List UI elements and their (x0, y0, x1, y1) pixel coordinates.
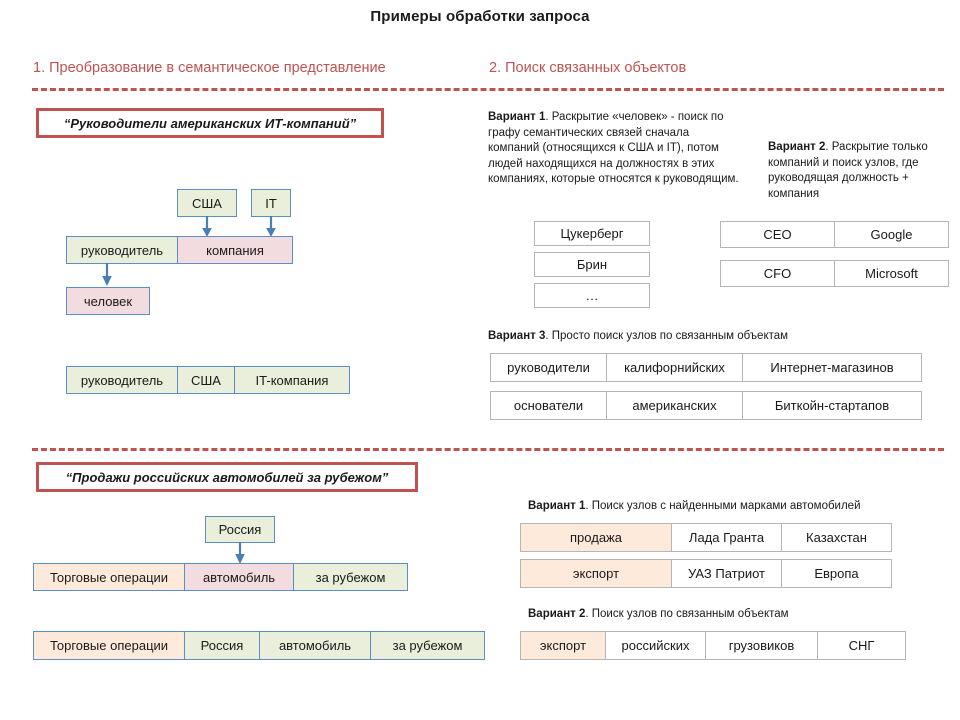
variant3-row0-col0: руководители (490, 353, 607, 382)
ex2-variant2-label: Вариант 2 (528, 608, 586, 620)
arrow-it-to-company (266, 216, 276, 237)
ex2-variant1-row1-col0: экспорт (520, 559, 672, 588)
ex2-variant2-text: . Поиск узлов по связанным объектам (585, 608, 789, 620)
variant1-result-2: … (534, 283, 650, 308)
ex2-variant1-row1-col1: УАЗ Патриот (671, 559, 782, 588)
page-title: Примеры обработки запроса (370, 8, 590, 25)
variant2-row0-col0: CEO (720, 221, 835, 248)
flat-cell-it-company: IT-компания (234, 366, 350, 394)
graph-node-usa: США (177, 189, 237, 217)
graph-node-it: IT (251, 189, 291, 217)
variant2-description: Вариант 2. Раскрытие только компаний и п… (768, 140, 946, 202)
ex2-variant1-caption: Вариант 1. Поиск узлов с найденными марк… (528, 500, 861, 512)
graph-node-abroad: за рубежом (293, 563, 408, 591)
variant1-description: Вариант 1. Раскрытие «человек» - поиск п… (488, 110, 740, 188)
variant3-row0-col2: Интернет-магазинов (742, 353, 922, 382)
flat-cell-manager: руководитель (66, 366, 178, 394)
ex2-variant1-row0-col2: Казахстан (781, 523, 892, 552)
flat2-cell-abroad: за рубежом (370, 631, 485, 660)
variant3-row0-col1: калифорнийских (606, 353, 743, 382)
variant3-row1-col2: Биткойн-стартапов (742, 391, 922, 420)
flat2-cell-trade: Торговые операции (33, 631, 185, 660)
flat2-cell-car: автомобиль (259, 631, 371, 660)
arrow-russia-to-car (235, 542, 245, 564)
dashed-divider-top (32, 88, 944, 91)
variant2-label: Вариант 2 (768, 141, 826, 153)
ex2-variant1-label: Вариант 1 (528, 500, 586, 512)
section-header-search: 2. Поиск связанных объектов (489, 60, 687, 76)
graph-node-trade: Торговые операции (33, 563, 185, 591)
ex2-variant1-row0-col0: продажа (520, 523, 672, 552)
variant1-result-0: Цукерберг (534, 221, 650, 246)
ex2-variant2-caption: Вариант 2. Поиск узлов по связанным объе… (528, 608, 789, 620)
graph-node-person: человек (66, 287, 150, 315)
query-box-example2: “Продажи российских автомобилей за рубеж… (36, 462, 418, 492)
ex2-variant2-row0-col3: СНГ (817, 631, 906, 660)
graph-node-company: компания (177, 236, 293, 264)
variant1-result-1: Брин (534, 252, 650, 277)
arrow-usa-to-company (202, 216, 212, 237)
ex2-variant2-row0-col2: грузовиков (705, 631, 818, 660)
graph-node-car: автомобиль (184, 563, 294, 591)
ex2-variant1-text: . Поиск узлов с найденными марками автом… (585, 500, 861, 512)
flat2-cell-russia: Россия (184, 631, 260, 660)
graph-node-manager: руководитель (66, 236, 178, 264)
variant3-label: Вариант 3 (488, 330, 546, 342)
graph-node-russia: Россия (205, 516, 275, 543)
ex2-variant1-row0-col1: Лада Гранта (671, 523, 782, 552)
dashed-divider-middle (32, 448, 944, 451)
variant2-row0-col1: Google (834, 221, 949, 248)
variant1-label: Вариант 1 (488, 111, 546, 123)
flat-cell-usa: США (177, 366, 235, 394)
section-header-transformation: 1. Преобразование в семантическое предст… (33, 60, 386, 76)
ex2-variant1-row1-col2: Европа (781, 559, 892, 588)
variant3-row1-col1: американских (606, 391, 743, 420)
variant2-row1-col1: Microsoft (834, 260, 949, 287)
variant3-row1-col0: основатели (490, 391, 607, 420)
variant2-row1-col0: CFO (720, 260, 835, 287)
variant3-text: . Просто поиск узлов по связанным объект… (545, 330, 789, 342)
ex2-variant2-row0-col1: российских (605, 631, 706, 660)
ex2-variant2-row0-col0: экспорт (520, 631, 606, 660)
arrow-manager-to-person (102, 263, 112, 286)
variant3-caption: Вариант 3. Просто поиск узлов по связанн… (488, 330, 788, 342)
query-box-example1: “Руководители американских ИТ-компаний” (36, 108, 384, 138)
